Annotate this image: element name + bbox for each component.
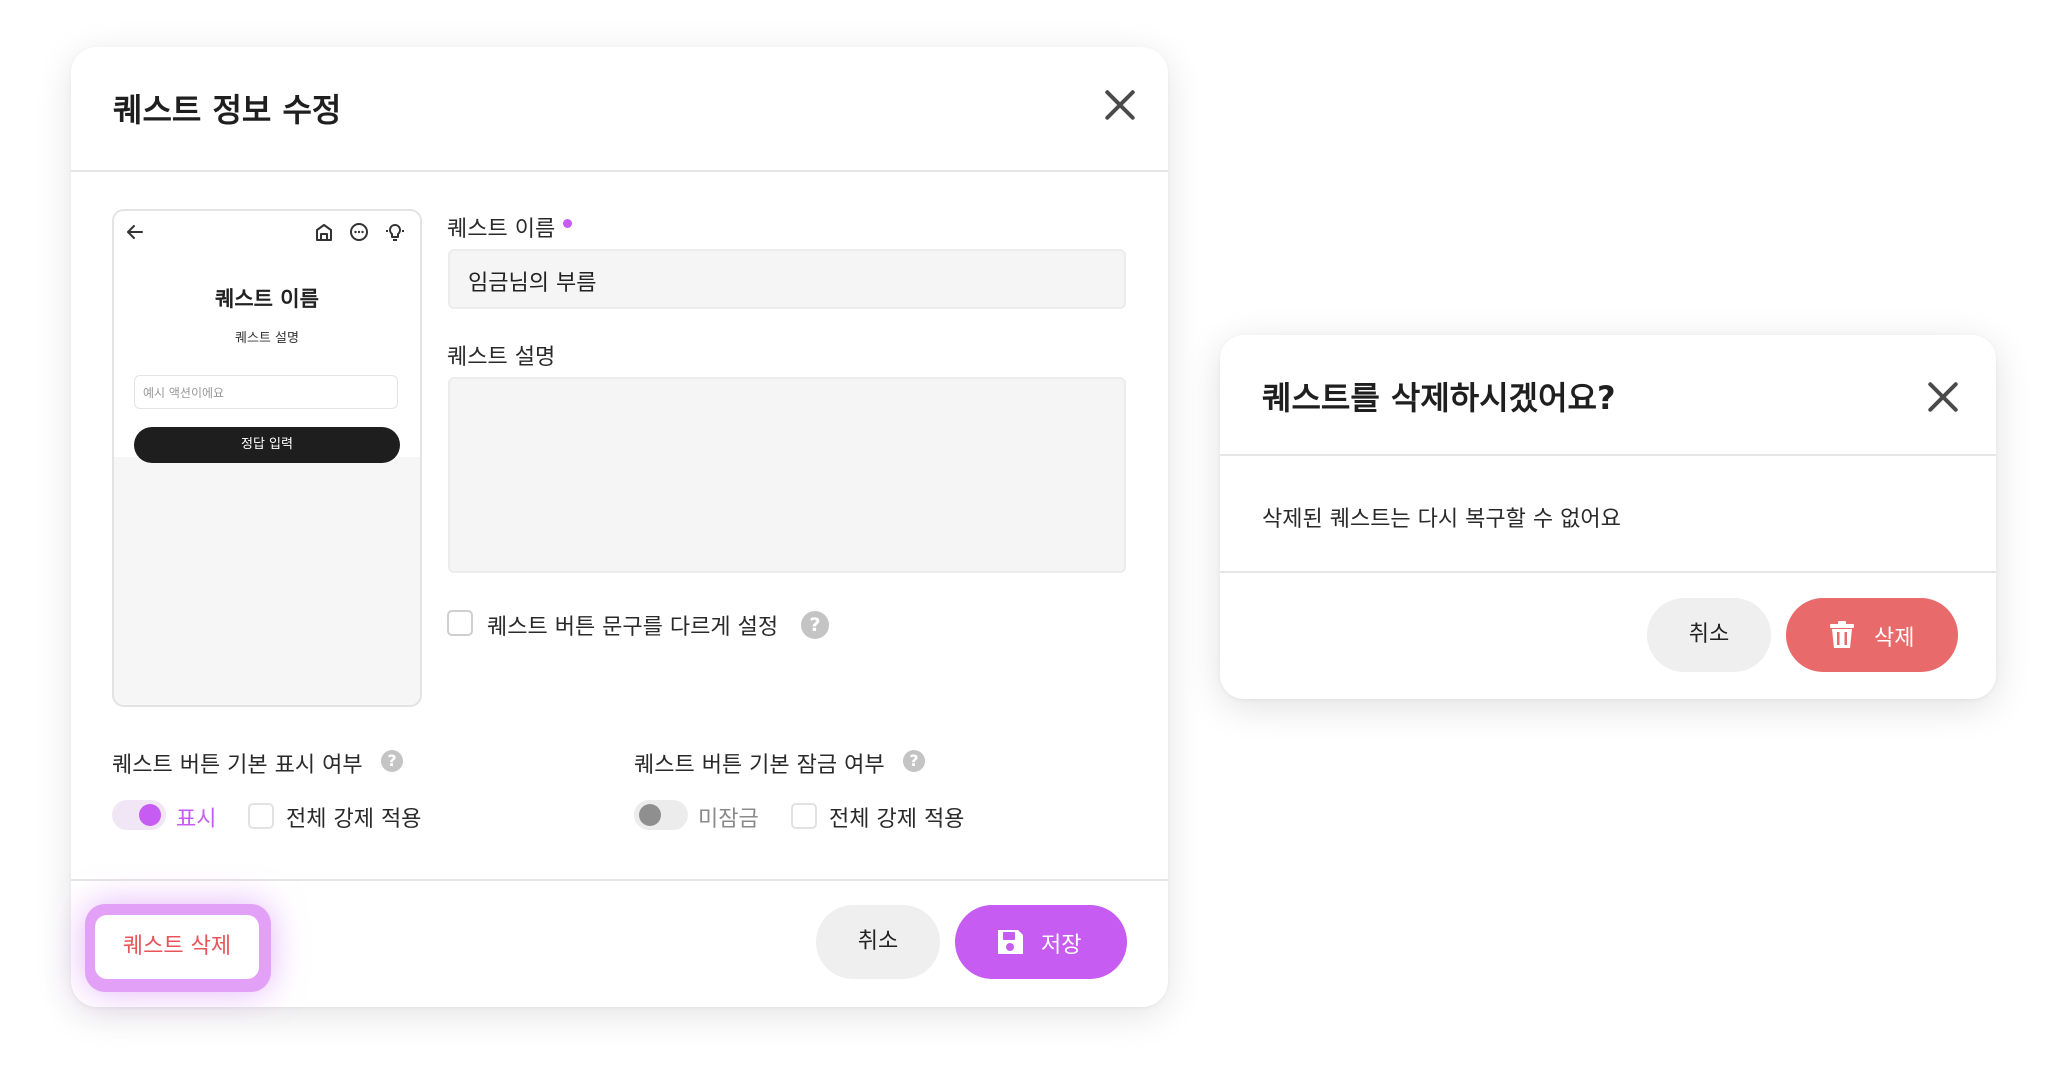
lock-toggle[interactable] (634, 800, 688, 830)
save-label: 저장 (1041, 933, 1082, 958)
modal-title: 퀘스트 정보 수정 (113, 91, 342, 129)
save-button[interactable]: 저장 (955, 905, 1127, 979)
lock-force-checkbox[interactable] (791, 803, 817, 829)
preview-quest-description: 퀘스트 설명 (235, 331, 299, 346)
confirm-cancel-button[interactable]: 취소 (1647, 598, 1771, 672)
confirm-delete-label: 삭제 (1874, 626, 1915, 651)
hint-bulb-icon (386, 224, 404, 241)
preview-submit-button: 정답 입력 (134, 427, 400, 463)
visibility-force-label: 전체 강제 적용 (286, 807, 422, 832)
custom-button-text-label: 퀘스트 버튼 문구를 다르게 설정 (487, 615, 779, 640)
footer-divider (71, 879, 1168, 881)
close-icon[interactable] (1920, 374, 1966, 420)
visibility-toggle-label: 표시 (176, 807, 217, 832)
delete-quest-button[interactable]: 퀘스트 삭제 (95, 915, 259, 979)
confirm-title: 퀘스트를 삭제하시겠어요? (1262, 379, 1616, 417)
confirm-message: 삭제된 퀘스트는 다시 복구할 수 없어요 (1262, 507, 1621, 532)
visibility-help-icon[interactable]: ? (381, 750, 403, 772)
toggle-knob (139, 804, 161, 826)
delete-highlight: 퀘스트 삭제 (85, 904, 271, 992)
quest-name-input[interactable]: 임금님의 부름 (448, 249, 1126, 309)
save-disk-icon (998, 930, 1023, 954)
delete-confirm-dialog: 퀘스트를 삭제하시겠어요? 삭제된 퀘스트는 다시 복구할 수 없어요 취소 삭… (1220, 335, 1996, 699)
confirm-footer-divider (1220, 571, 1996, 573)
help-icon[interactable]: ? (801, 611, 829, 639)
lock-toggle-label: 미잠금 (698, 807, 759, 832)
close-icon[interactable] (1097, 82, 1143, 128)
cancel-button[interactable]: 취소 (816, 905, 940, 979)
preview-quest-title: 퀘스트 이름 (215, 287, 319, 311)
visibility-toggle[interactable] (112, 800, 166, 830)
required-dot (563, 219, 573, 228)
header-divider (71, 170, 1168, 172)
custom-button-text-checkbox[interactable] (447, 610, 473, 636)
lock-force-label: 전체 강제 적용 (829, 807, 965, 832)
description-label: 퀘스트 설명 (447, 345, 556, 370)
confirm-delete-button[interactable]: 삭제 (1786, 598, 1958, 672)
quest-edit-modal: 퀘스트 정보 수정 퀘스트 이름 퀘스트 설명 예시 액션이에요 정답 입력 퀘… (71, 47, 1168, 1007)
quest-name-value: 임금님의 부름 (468, 271, 597, 296)
confirm-header-divider (1220, 454, 1996, 456)
quest-preview: 퀘스트 이름 퀘스트 설명 예시 액션이에요 정답 입력 (112, 209, 422, 707)
preview-answer-input: 예시 액션이에요 (134, 375, 398, 409)
back-arrow-icon (127, 225, 143, 239)
trash-icon (1830, 621, 1854, 648)
preview-topbar (114, 211, 420, 253)
quest-description-textarea[interactable] (448, 377, 1126, 573)
lock-help-icon[interactable]: ? (903, 750, 925, 772)
lock-label: 퀘스트 버튼 기본 잠금 여부 (634, 753, 885, 778)
visibility-label: 퀘스트 버튼 기본 표시 여부 (112, 753, 363, 778)
name-label: 퀘스트 이름 (447, 217, 556, 242)
toggle-knob (639, 804, 661, 826)
name-label-row: 퀘스트 이름 (447, 211, 573, 243)
home-icon (316, 224, 332, 241)
visibility-force-checkbox[interactable] (248, 803, 274, 829)
chat-icon (350, 223, 368, 241)
